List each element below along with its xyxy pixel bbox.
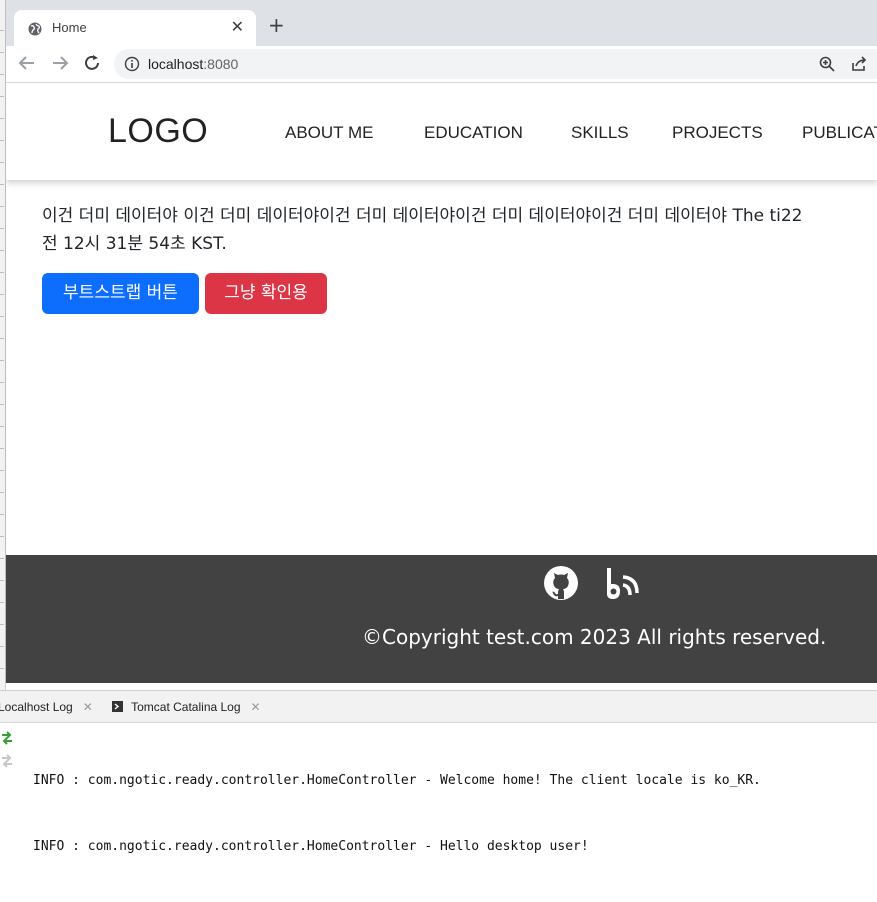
tab-home[interactable]: Home ✕ [14, 10, 256, 46]
bootstrap-button[interactable]: 부트스트랩 버튼 [42, 273, 199, 314]
tab-label: Localhost Log [0, 700, 73, 714]
address-bar[interactable]: localhost:8080 [114, 49, 877, 79]
check-button[interactable]: 그냥 확인용 [205, 273, 327, 314]
gutter-tick [0, 30, 4, 31]
gutter-tick [0, 316, 4, 317]
nav-skills[interactable]: SKILLS [571, 123, 629, 143]
gutter-tick [0, 646, 4, 647]
tab-label: Tomcat Catalina Log [131, 700, 241, 714]
blog-icon[interactable] [603, 565, 641, 605]
browser-window: Home ✕ + localhost:8080 LOGO ABOUT ME ED… [5, 0, 877, 683]
url-host: localhost [148, 56, 204, 72]
share-icon[interactable] [850, 55, 868, 77]
gutter-tick [0, 580, 4, 581]
gutter-tick [0, 624, 4, 625]
browser-toolbar: localhost:8080 [6, 46, 877, 83]
reload-icon[interactable] [83, 54, 101, 76]
copyright-text: ©Copyright test.com 2023 All rights rese… [362, 625, 827, 649]
tab-bar: Home ✕ + [6, 0, 877, 46]
gutter-tick [0, 668, 4, 669]
nav-about-me[interactable]: ABOUT ME [285, 123, 373, 143]
log-output: INFO : com.ngotic.ready.controller.HomeC… [33, 726, 761, 902]
close-icon[interactable]: ✕ [83, 700, 93, 714]
gutter-tick [0, 536, 4, 537]
gutter-tick [0, 470, 4, 471]
gutter-tick [0, 448, 4, 449]
rerun-icon[interactable] [0, 730, 14, 750]
console-icon [112, 700, 131, 714]
content-line: 이건 더미 데이터야 이건 더미 데이터야이건 더미 데이터야이건 더미 데이터… [42, 206, 803, 226]
gutter-tick [0, 272, 4, 273]
zoom-icon[interactable] [818, 55, 836, 77]
gutter-tick [0, 228, 4, 229]
globe-icon [28, 21, 42, 40]
new-tab-icon[interactable]: + [268, 15, 285, 35]
nav-publications[interactable]: PUBLICAT [802, 123, 877, 143]
forward-arrow-icon[interactable] [51, 54, 69, 76]
gutter-tick [0, 52, 4, 53]
site-footer: ©Copyright test.com 2023 All rights rese… [6, 555, 877, 683]
gutter-tick [0, 206, 4, 207]
gutter-tick [0, 162, 4, 163]
log-line: INFO : com.ngotic.ready.controller.HomeC… [33, 773, 761, 788]
ide-log-panel: Localhost Log ✕ Tomcat Catalina Log ✕ INFO… [0, 690, 877, 854]
log-tab-bar: Localhost Log ✕ Tomcat Catalina Log ✕ [0, 691, 877, 723]
gutter-tick [0, 404, 4, 405]
gutter-tick [0, 250, 4, 251]
gutter-tick [0, 382, 4, 383]
gutter-tick [0, 74, 4, 75]
info-icon[interactable] [124, 56, 140, 76]
url-text: localhost:8080 [148, 56, 238, 72]
gutter-tick [0, 426, 4, 427]
gutter-tick [0, 602, 4, 603]
gutter-tick [0, 140, 4, 141]
site-logo[interactable]: LOGO [108, 112, 208, 151]
gutter-tick [0, 558, 4, 559]
log-line: INFO : com.ngotic.ready.controller.HomeC… [33, 839, 589, 854]
tab-tomcat-catalina-log[interactable]: Tomcat Catalina Log ✕ [112, 700, 261, 714]
url-port: :8080 [203, 56, 239, 72]
swap-icon[interactable] [0, 753, 14, 773]
gutter-tick [0, 294, 4, 295]
content-text: 이건 더미 데이터야 이건 더미 데이터야이건 더미 데이터야이건 더미 데이터… [42, 202, 877, 258]
github-icon[interactable] [543, 565, 579, 605]
nav-projects[interactable]: PROJECTS [672, 123, 763, 143]
gutter-tick [0, 514, 4, 515]
gutter-tick [0, 338, 4, 339]
gutter-tick [0, 492, 4, 493]
gutter-tick [0, 360, 4, 361]
content-line: 전 12시 31분 54초 KST. [42, 234, 227, 254]
close-icon[interactable]: ✕ [251, 700, 261, 714]
tab-localhost-log[interactable]: Localhost Log ✕ [0, 700, 93, 714]
gutter-tick [0, 118, 4, 119]
web-page: LOGO ABOUT ME EDUCATION SKILLS PROJECTS … [6, 83, 877, 683]
gutter-tick [0, 184, 4, 185]
site-header: LOGO ABOUT ME EDUCATION SKILLS PROJECTS … [6, 83, 877, 180]
nav-education[interactable]: EDUCATION [424, 123, 523, 143]
gutter-tick [0, 96, 4, 97]
back-arrow-icon[interactable] [18, 54, 36, 76]
close-tab-icon[interactable]: ✕ [231, 19, 244, 35]
tab-title: Home [52, 20, 87, 35]
